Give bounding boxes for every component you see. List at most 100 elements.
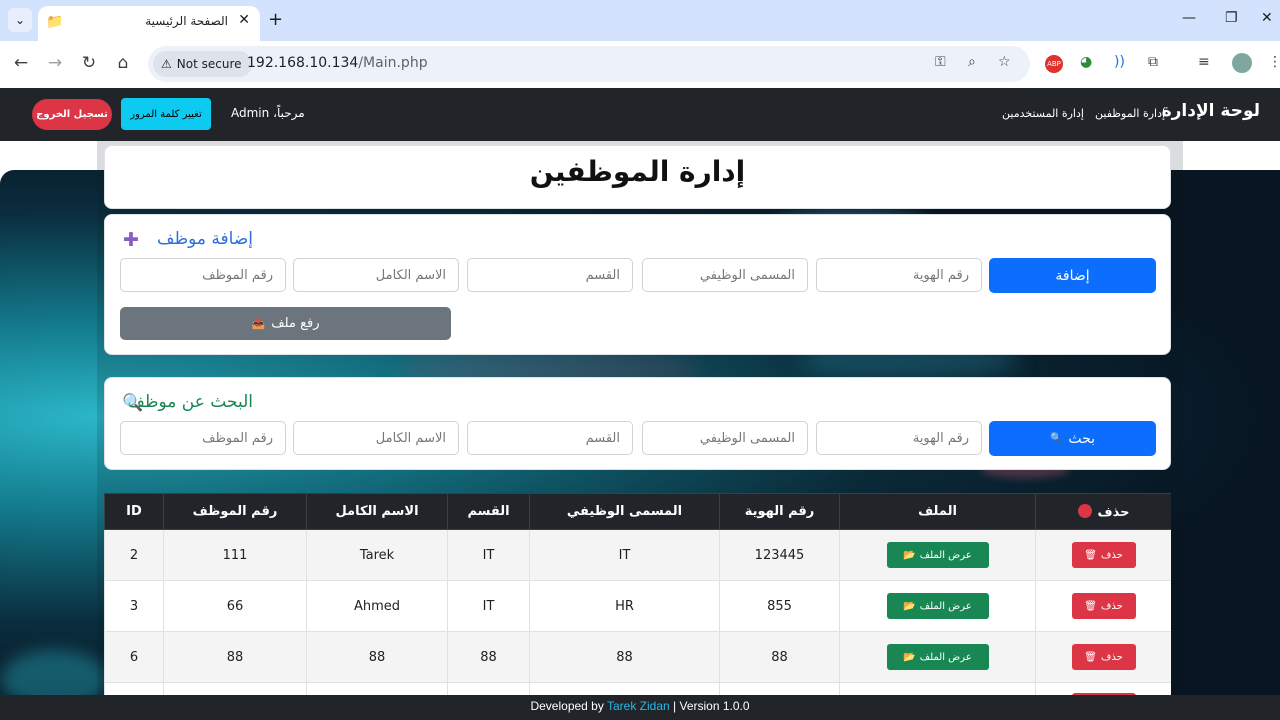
id-number-cell: 123445 bbox=[719, 529, 840, 581]
upload-file-button[interactable]: رفع ملف 📤 bbox=[120, 307, 451, 340]
search-employee-number-input[interactable] bbox=[120, 421, 286, 455]
table-header-row: حذف الملف رقم الهوية المسمى الوظيفي القس… bbox=[104, 493, 1171, 530]
department-cell: IT bbox=[447, 580, 530, 632]
browser-tab[interactable]: 📁 الصفحة الرئيسية ✕ bbox=[38, 6, 260, 41]
search-button[interactable]: بحث 🔍 bbox=[989, 421, 1156, 456]
kebab-menu-icon[interactable]: ⋮ bbox=[1268, 54, 1280, 70]
search-department-input[interactable] bbox=[467, 421, 633, 455]
extension-globe-icon[interactable]: ◕ bbox=[1080, 54, 1092, 70]
magnifier-icon: 🔍 bbox=[122, 393, 144, 413]
add-button-label: إضافة bbox=[1055, 267, 1090, 284]
trash-icon: 🗑 bbox=[1084, 651, 1097, 663]
warning-icon: ⚠ bbox=[161, 57, 172, 71]
file-cell: عرض الملف 📂 bbox=[839, 580, 1036, 632]
upload-box-icon: 📤 bbox=[251, 317, 266, 330]
change-password-button[interactable]: تغيير كلمة المرور bbox=[121, 98, 211, 130]
search-id-number-input[interactable] bbox=[816, 421, 982, 455]
department-cell: 88 bbox=[447, 631, 530, 683]
delete-cell: حذف 🗑 bbox=[1035, 529, 1171, 581]
add-employee-header: إضافة موظف bbox=[157, 229, 253, 249]
cast-icon[interactable]: )) bbox=[1114, 54, 1125, 70]
media-icon[interactable]: ≡ bbox=[1198, 54, 1210, 70]
extensions-puzzle-icon[interactable]: ⧉ bbox=[1148, 54, 1158, 70]
add-department-input[interactable] bbox=[467, 258, 633, 292]
page: لوحة الإدارة إدارة الموظفين إدارة المستخ… bbox=[0, 88, 1280, 720]
star-icon[interactable]: ☆ bbox=[998, 54, 1011, 70]
search-employee-header: البحث عن موظف bbox=[127, 392, 253, 412]
minimize-icon[interactable]: — bbox=[1182, 10, 1196, 26]
key-icon[interactable]: ⚿ bbox=[935, 54, 946, 70]
add-job-title-input[interactable] bbox=[642, 258, 808, 292]
adblock-icon[interactable]: ABP bbox=[1045, 55, 1063, 73]
new-tab-plus-icon[interactable]: + bbox=[268, 9, 283, 30]
search-full-name-input[interactable] bbox=[293, 421, 459, 455]
view-file-button[interactable]: عرض الملف 📂 bbox=[886, 644, 989, 670]
job-title-cell: 88 bbox=[529, 631, 720, 683]
not-secure-chip[interactable]: ⚠ Not secure bbox=[153, 51, 252, 77]
delete-button[interactable]: حذف 🗑 bbox=[1071, 644, 1136, 670]
delete-label: حذف bbox=[1100, 549, 1123, 561]
url-text[interactable]: 192.168.10.134/Main.php bbox=[247, 55, 428, 71]
reload-icon[interactable]: ↻ bbox=[78, 53, 100, 73]
id-number-cell: 855 bbox=[719, 580, 840, 632]
zoom-icon[interactable]: ⌕ bbox=[968, 54, 976, 70]
department-cell: IT bbox=[447, 529, 530, 581]
folder-icon: 📁 bbox=[46, 14, 64, 30]
nav-link-employees[interactable]: إدارة الموظفين bbox=[1095, 107, 1165, 120]
view-file-label: عرض الملف bbox=[919, 600, 972, 612]
browser-toolbar: ← → ↻ ⌂ ⚠ Not secure 192.168.10.134/Main… bbox=[0, 41, 1280, 88]
delete-button[interactable]: حذف 🗑 bbox=[1071, 542, 1136, 568]
add-employee-number-input[interactable] bbox=[120, 258, 286, 292]
view-file-label: عرض الملف bbox=[919, 651, 972, 663]
col-job-title: المسمى الوظيفي bbox=[529, 493, 720, 530]
search-job-title-input[interactable] bbox=[642, 421, 808, 455]
delete-button[interactable]: حذف 🗑 bbox=[1071, 593, 1136, 619]
view-file-label: عرض الملف bbox=[919, 549, 972, 561]
add-employee-card: إضافة موظف ✚ إضافة رفع ملف 📤 bbox=[104, 214, 1171, 355]
view-file-button[interactable]: عرض الملف 📂 bbox=[886, 542, 989, 568]
table-row: حذف 🗑 عرض الملف 📂 123445 IT IT Tarek 111 2 bbox=[104, 529, 1171, 581]
col-full-name: الاسم الكامل bbox=[306, 493, 448, 530]
add-id-number-input[interactable] bbox=[816, 258, 982, 292]
close-window-icon[interactable]: ✕ bbox=[1261, 10, 1273, 26]
tab-close-icon[interactable]: ✕ bbox=[238, 12, 250, 28]
col-employee-number: رقم الموظف bbox=[163, 493, 307, 530]
delete-cell: حذف 🗑 bbox=[1035, 631, 1171, 683]
url-host: 192.168.10.134 bbox=[247, 55, 359, 71]
forward-icon[interactable]: → bbox=[44, 53, 66, 73]
full-name-cell: Ahmed bbox=[306, 580, 448, 632]
back-icon[interactable]: ← bbox=[10, 53, 32, 73]
col-id-number: رقم الهوية bbox=[719, 493, 840, 530]
col-department: القسم bbox=[447, 493, 530, 530]
brand-title[interactable]: لوحة الإدارة bbox=[1162, 101, 1260, 121]
home-icon[interactable]: ⌂ bbox=[112, 53, 134, 73]
folder-icon: 📂 bbox=[903, 600, 916, 612]
footer: Developed by Tarek Zidan | Version 1.0.0 bbox=[0, 695, 1280, 720]
trash-icon: 🗑 bbox=[1084, 600, 1097, 612]
employees-table-wrapper: حذف الملف رقم الهوية المسمى الوظيفي القس… bbox=[104, 493, 1171, 703]
view-file-button[interactable]: عرض الملف 📂 bbox=[886, 593, 989, 619]
plus-icon: ✚ bbox=[123, 229, 139, 251]
col-delete-label: حذف bbox=[1097, 504, 1130, 520]
nav-link-users[interactable]: إدارة المستخدمين bbox=[1002, 107, 1084, 120]
delete-label: حذف bbox=[1100, 651, 1123, 663]
search-employee-card: البحث عن موظف 🔍 بحث 🔍 bbox=[104, 377, 1171, 470]
profile-avatar[interactable] bbox=[1232, 53, 1252, 73]
employees-table: حذف الملف رقم الهوية المسمى الوظيفي القس… bbox=[104, 493, 1171, 703]
add-full-name-input[interactable] bbox=[293, 258, 459, 292]
trash-icon: 🗑 bbox=[1084, 549, 1097, 561]
id-cell: 3 bbox=[104, 580, 164, 632]
top-navbar: لوحة الإدارة إدارة الموظفين إدارة المستخ… bbox=[0, 88, 1280, 141]
footer-author-link[interactable]: Tarek Zidan bbox=[607, 699, 670, 713]
address-bar[interactable]: ⚠ Not secure 192.168.10.134/Main.php ⚿ ⌕… bbox=[148, 46, 1030, 82]
full-name-cell: 88 bbox=[306, 631, 448, 683]
tab-title: الصفحة الرئيسية bbox=[145, 14, 228, 28]
red-circle-icon bbox=[1077, 503, 1092, 518]
maximize-icon[interactable]: ❐ bbox=[1225, 10, 1238, 26]
tab-search-chevron-icon[interactable]: ⌄ bbox=[8, 8, 32, 32]
add-button[interactable]: إضافة bbox=[989, 258, 1156, 293]
folder-icon: 📂 bbox=[903, 549, 916, 561]
logout-button[interactable]: تسجيل الخروج bbox=[32, 99, 112, 130]
folder-icon: 📂 bbox=[903, 651, 916, 663]
browser-tabbar: ⌄ 📁 الصفحة الرئيسية ✕ + — ❐ ✕ bbox=[0, 0, 1280, 41]
